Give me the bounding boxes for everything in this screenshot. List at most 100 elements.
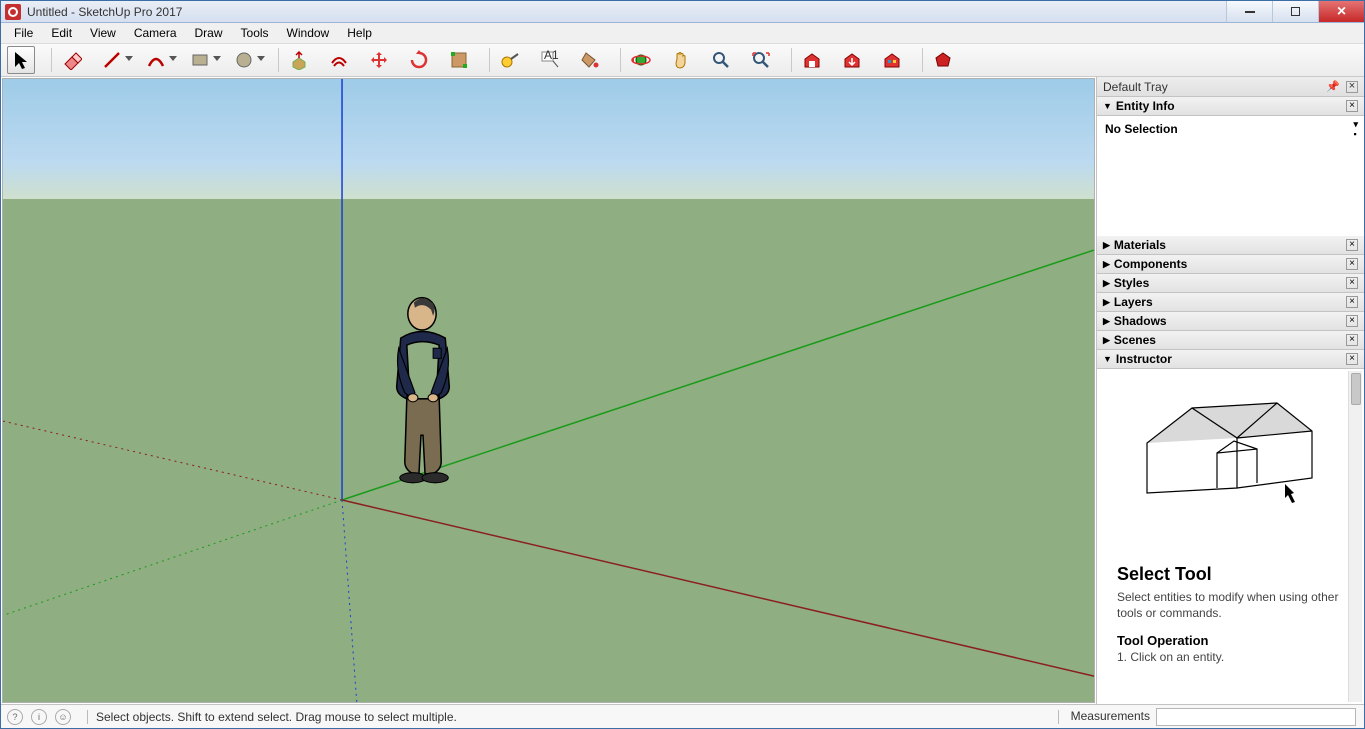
instructor-desc: Select entities to modify when using oth… xyxy=(1117,589,1348,621)
instructor-step: 1. Click on an entity. xyxy=(1117,650,1348,664)
move-tool[interactable] xyxy=(365,46,393,74)
menubar: FileEditViewCameraDrawToolsWindowHelp xyxy=(1,23,1364,44)
viewport-3d[interactable] xyxy=(2,78,1095,703)
panel-materials[interactable]: ▶ Materials × xyxy=(1097,236,1364,255)
dropdown-arrow-icon[interactable] xyxy=(213,56,221,61)
rotate-tool[interactable] xyxy=(405,46,433,74)
status-hint: Select objects. Shift to extend select. … xyxy=(96,710,457,724)
chevron-right-icon: ▶ xyxy=(1103,297,1110,308)
paint-bucket-tool[interactable] xyxy=(576,46,604,74)
extension-warehouse[interactable] xyxy=(878,46,906,74)
panel-title: Scenes xyxy=(1114,333,1156,347)
panel-close-icon[interactable]: × xyxy=(1346,277,1358,289)
instructor-heading: Select Tool xyxy=(1117,564,1348,585)
window-controls: × xyxy=(1226,1,1364,22)
maximize-button[interactable] xyxy=(1272,1,1318,22)
panel-entity-info[interactable]: ▼ Entity Info × xyxy=(1097,97,1364,116)
statusbar: ? i ☺ Select objects. Shift to extend se… xyxy=(1,704,1364,728)
tray-title: Default Tray xyxy=(1103,80,1168,94)
orbit-tool[interactable] xyxy=(627,46,655,74)
panel-title: Shadows xyxy=(1114,314,1167,328)
selection-label: No Selection xyxy=(1105,122,1178,136)
close-button[interactable]: × xyxy=(1318,1,1364,22)
menu-window[interactable]: Window xyxy=(278,24,339,42)
menu-draw[interactable]: Draw xyxy=(186,24,232,42)
panel-title: Entity Info xyxy=(1116,99,1175,113)
panel-styles[interactable]: ▶ Styles × xyxy=(1097,274,1364,293)
select-tool[interactable] xyxy=(7,46,35,74)
ruby-console[interactable] xyxy=(929,46,957,74)
panel-title: Layers xyxy=(1114,295,1153,309)
chevron-down-icon: ▼ xyxy=(1103,101,1112,111)
instructor-body: Select Tool Select entities to modify wh… xyxy=(1097,369,1364,704)
menu-help[interactable]: Help xyxy=(338,24,381,42)
menu-file[interactable]: File xyxy=(5,24,42,42)
panel-title: Components xyxy=(1114,257,1187,271)
svg-text:A1: A1 xyxy=(544,50,559,62)
menu-tools[interactable]: Tools xyxy=(232,24,278,42)
pin-icon[interactable]: 📌 xyxy=(1326,80,1340,93)
measurements-label: Measurements xyxy=(1071,709,1150,723)
tape-measure-tool[interactable] xyxy=(496,46,524,74)
panel-close-icon[interactable]: × xyxy=(1346,100,1358,112)
menu-edit[interactable]: Edit xyxy=(42,24,81,42)
chevron-right-icon: ▶ xyxy=(1103,316,1110,327)
chevron-right-icon: ▶ xyxy=(1103,259,1110,270)
dropdown-arrow-icon[interactable] xyxy=(169,56,177,61)
panel-components[interactable]: ▶ Components × xyxy=(1097,255,1364,274)
measurements-input[interactable] xyxy=(1156,708,1356,726)
default-tray: Default Tray 📌 × ▼ Entity Info × No Sele… xyxy=(1096,77,1364,704)
chevron-right-icon: ▶ xyxy=(1103,278,1110,289)
scrollbar[interactable] xyxy=(1348,371,1362,702)
panel-layers[interactable]: ▶ Layers × xyxy=(1097,293,1364,312)
arc-tool[interactable] xyxy=(142,46,170,74)
panel-title: Materials xyxy=(1114,238,1166,252)
panel-shadows[interactable]: ▶ Shadows × xyxy=(1097,312,1364,331)
instructor-illustration xyxy=(1117,383,1327,543)
pan-tool[interactable] xyxy=(667,46,695,74)
scale-tool[interactable] xyxy=(445,46,473,74)
instructor-op-heading: Tool Operation xyxy=(1117,633,1348,648)
panel-scenes[interactable]: ▶ Scenes × xyxy=(1097,331,1364,350)
panel-close-icon[interactable]: × xyxy=(1346,334,1358,346)
info-icon[interactable]: i xyxy=(31,709,47,725)
rectangle-tool[interactable] xyxy=(186,46,214,74)
dropdown-arrow-icon[interactable] xyxy=(125,56,133,61)
chevron-right-icon: ▶ xyxy=(1103,240,1110,251)
menu-camera[interactable]: Camera xyxy=(125,24,186,42)
tray-close-icon[interactable]: × xyxy=(1346,81,1358,93)
app-icon xyxy=(5,4,21,20)
panel-close-icon[interactable]: × xyxy=(1346,258,1358,270)
panel-instructor[interactable]: ▼ Instructor × xyxy=(1097,350,1364,369)
help-icon[interactable]: ? xyxy=(7,709,23,725)
panel-title: Instructor xyxy=(1116,352,1172,366)
text-tool[interactable]: A1 xyxy=(536,46,564,74)
warehouse-share[interactable] xyxy=(838,46,866,74)
main-toolbar: A1 xyxy=(1,44,1364,77)
chevron-right-icon: ▶ xyxy=(1103,335,1110,346)
tray-header[interactable]: Default Tray 📌 × xyxy=(1097,77,1364,97)
offset-tool[interactable] xyxy=(325,46,353,74)
dropdown-arrow-icon[interactable] xyxy=(257,56,265,61)
panel-close-icon[interactable]: × xyxy=(1346,296,1358,308)
panel-close-icon[interactable]: × xyxy=(1346,353,1358,365)
circle-tool[interactable] xyxy=(230,46,258,74)
zoom-tool[interactable] xyxy=(707,46,735,74)
app-window: Untitled - SketchUp Pro 2017 × FileEditV… xyxy=(0,0,1365,729)
panel-close-icon[interactable]: × xyxy=(1346,315,1358,327)
panel-close-icon[interactable]: × xyxy=(1346,239,1358,251)
user-icon[interactable]: ☺ xyxy=(55,709,71,725)
titlebar: Untitled - SketchUp Pro 2017 × xyxy=(1,1,1364,23)
workspace: Default Tray 📌 × ▼ Entity Info × No Sele… xyxy=(1,77,1364,704)
line-tool[interactable] xyxy=(98,46,126,74)
scale-figure xyxy=(397,298,450,483)
zoom-extents-tool[interactable] xyxy=(747,46,775,74)
push-pull-tool[interactable] xyxy=(285,46,313,74)
menu-view[interactable]: View xyxy=(81,24,125,42)
window-title: Untitled - SketchUp Pro 2017 xyxy=(27,5,182,19)
panel-title: Styles xyxy=(1114,276,1149,290)
warehouse-get[interactable] xyxy=(798,46,826,74)
eraser-tool[interactable] xyxy=(58,46,86,74)
viewport-axes xyxy=(3,79,1094,703)
minimize-button[interactable] xyxy=(1226,1,1272,22)
